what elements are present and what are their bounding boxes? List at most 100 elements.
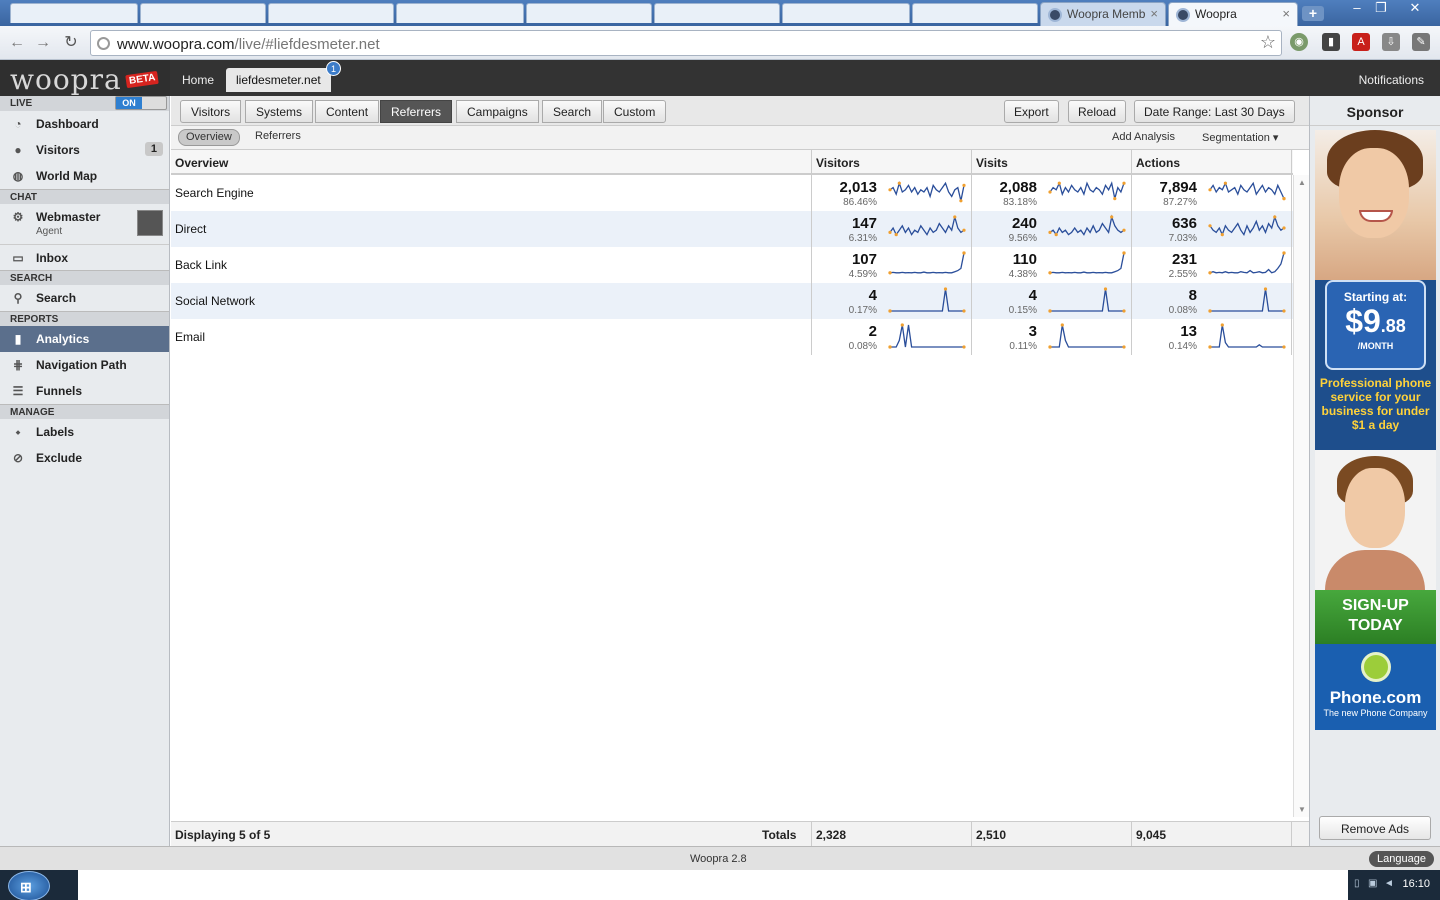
tab-home[interactable]: Home: [172, 68, 224, 92]
total-actions: 9,045: [1136, 828, 1167, 842]
close-tab-icon[interactable]: ×: [1282, 6, 1290, 21]
metric-value: 110: [1012, 251, 1037, 268]
table-row[interactable]: Search Engine 2,013 86.46% 2,088 83.18% 7,894…: [171, 175, 1293, 211]
segmentation-dropdown[interactable]: Segmentation ▾: [1202, 131, 1278, 144]
back-arrow-icon[interactable]: ←: [6, 32, 28, 54]
notifications-link[interactable]: Notifications: [1359, 73, 1424, 87]
subtab-referrers[interactable]: Referrers: [248, 129, 308, 146]
table-row[interactable]: Email 2 0.08% 3 0.11% 13 0.14%: [171, 319, 1293, 355]
sidebar-item-visitors[interactable]: ● Visitors 1: [0, 137, 169, 163]
browser-tab-blank[interactable]: [396, 3, 524, 23]
sparkline-dot: [1054, 233, 1058, 237]
network-icon[interactable]: ▣: [1368, 878, 1380, 890]
forward-arrow-icon[interactable]: →: [32, 32, 54, 54]
battery-icon[interactable]: ▯: [1354, 878, 1366, 890]
column-header-visits[interactable]: Visits: [976, 156, 1008, 170]
sidebar-item-webmaster[interactable]: ⚙ Webmaster Agent: [0, 204, 169, 244]
tab-referrers[interactable]: Referrers: [380, 100, 453, 123]
browser-tab-woopra-members[interactable]: Woopra Memb ×: [1040, 2, 1166, 26]
metric-percent: 6.31%: [848, 233, 877, 244]
sidebar-item-dashboard[interactable]: ◔ Dashboard: [0, 111, 169, 137]
tab-campaigns[interactable]: Campaigns: [456, 100, 539, 123]
remove-ads-button[interactable]: Remove Ads: [1319, 816, 1431, 840]
metric-value: 3: [1028, 323, 1037, 340]
agent-name: Webmaster: [36, 210, 101, 224]
extension-chat-icon[interactable]: ◉: [1290, 33, 1308, 51]
browser-tab-blank[interactable]: [912, 3, 1038, 23]
reload-button[interactable]: Reload: [1068, 100, 1127, 123]
browser-tab-woopra[interactable]: Woopra ×: [1168, 2, 1298, 26]
export-button[interactable]: Export: [1004, 100, 1059, 123]
clock[interactable]: 16:10: [1402, 878, 1430, 890]
tab-site-liefdesmeter[interactable]: liefdesmeter.net: [226, 68, 331, 92]
tab-visitors[interactable]: Visitors: [180, 100, 242, 123]
sidebar-item-exclude[interactable]: ⊘ Exclude: [0, 445, 169, 471]
tab-search[interactable]: Search: [542, 100, 603, 123]
path-icon: ⋕: [12, 358, 24, 372]
sidebar-item-search[interactable]: ⚲ Search: [0, 285, 169, 311]
subtab-overview[interactable]: Overview: [178, 129, 240, 146]
ad-signup[interactable]: SIGN-UP TODAY: [1315, 590, 1436, 644]
sidebar-item-navigation-path[interactable]: ⋕ Navigation Path: [0, 352, 169, 378]
sidebar-item-funnels[interactable]: ☰ Funnels: [0, 378, 169, 404]
table-row[interactable]: Social Network 4 0.17% 4 0.15% 8 0.08%: [171, 283, 1293, 319]
browser-tab-blank[interactable]: [268, 3, 394, 23]
sidebar-item-labels[interactable]: ⬩ Labels: [0, 419, 169, 445]
volume-icon[interactable]: ◄: [1384, 878, 1396, 890]
tab-systems[interactable]: Systems: [245, 100, 314, 123]
sparkline-line: [889, 216, 965, 236]
ad-woman-photo: [1315, 130, 1436, 280]
extension-page-icon[interactable]: ▮: [1322, 33, 1340, 51]
reload-page-icon[interactable]: ↻: [60, 32, 82, 54]
table-row[interactable]: Back Link 107 4.59% 110 4.38% 231 2.55%: [171, 247, 1293, 283]
maximize-window-button[interactable]: ❐: [1368, 0, 1394, 18]
sponsor-ad[interactable]: Starting at: $9.88 /MONTH Professional p…: [1315, 130, 1436, 730]
language-button[interactable]: Language: [1369, 851, 1434, 867]
sparkline: [1208, 251, 1286, 275]
browser-tab-blank[interactable]: [526, 3, 652, 23]
column-header-actions[interactable]: Actions: [1136, 156, 1180, 170]
table-row[interactable]: Direct 147 6.31% 240 9.56% 636 7.03%: [171, 211, 1293, 247]
browser-tab-blank[interactable]: [140, 3, 266, 23]
wrench-menu-icon[interactable]: ✎: [1412, 33, 1430, 51]
browser-tab-blank[interactable]: [782, 3, 910, 23]
column-header-overview[interactable]: Overview: [175, 156, 228, 170]
scroll-up-arrow-icon[interactable]: ▲: [1298, 178, 1306, 187]
add-analysis-link[interactable]: Add Analysis: [1112, 131, 1175, 143]
column-header-visitors[interactable]: Visitors: [816, 156, 860, 170]
browser-tab-blank[interactable]: [10, 3, 138, 23]
sidebar-item-analytics[interactable]: ▮ Analytics: [0, 326, 169, 352]
sparkline: [1208, 287, 1286, 313]
row-label[interactable]: Search Engine: [175, 186, 254, 200]
extension-pdf-icon[interactable]: A: [1352, 33, 1370, 51]
live-toggle[interactable]: ON: [115, 96, 167, 110]
address-bar[interactable]: www.woopra.com/live/#liefdesmeter.net ☆: [90, 30, 1282, 56]
extension-download-icon[interactable]: ⇩: [1382, 33, 1400, 51]
sparkline-dot: [962, 251, 966, 255]
row-label[interactable]: Email: [175, 330, 205, 344]
scroll-down-arrow-icon[interactable]: ▼: [1298, 805, 1306, 814]
woopra-logo[interactable]: woopra: [10, 63, 122, 96]
row-label[interactable]: Direct: [175, 222, 206, 236]
tab-content[interactable]: Content: [315, 100, 380, 123]
sparkline-line: [1050, 324, 1124, 348]
sidebar-item-inbox[interactable]: ▭ Inbox: [0, 244, 169, 270]
table-scrollbar[interactable]: ▲ ▼: [1293, 175, 1309, 817]
close-tab-icon[interactable]: ×: [1150, 6, 1158, 21]
bookmark-star-icon[interactable]: ☆: [1260, 32, 1276, 53]
address-url[interactable]: www.woopra.com/live/#liefdesmeter.net: [117, 36, 380, 53]
start-button[interactable]: ⊞: [8, 871, 50, 900]
minimize-window-button[interactable]: –: [1344, 0, 1370, 18]
sparkline-line: [889, 252, 965, 274]
sidebar-item-world-map[interactable]: ◍ World Map: [0, 163, 169, 189]
row-label[interactable]: Social Network: [175, 294, 255, 308]
row-label[interactable]: Back Link: [175, 258, 227, 272]
date-range-button[interactable]: Date Range: Last 30 Days: [1134, 100, 1295, 123]
browser-tab-blank[interactable]: [654, 3, 780, 23]
metric-cell: 147 6.31%: [811, 211, 971, 247]
close-window-button[interactable]: ✕: [1400, 0, 1430, 18]
ad-tagline: Professional phone service for your busi…: [1319, 376, 1432, 432]
tab-custom[interactable]: Custom: [603, 100, 667, 123]
app-version: Woopra 2.8: [690, 853, 747, 865]
new-tab-button[interactable]: +: [1302, 6, 1324, 21]
